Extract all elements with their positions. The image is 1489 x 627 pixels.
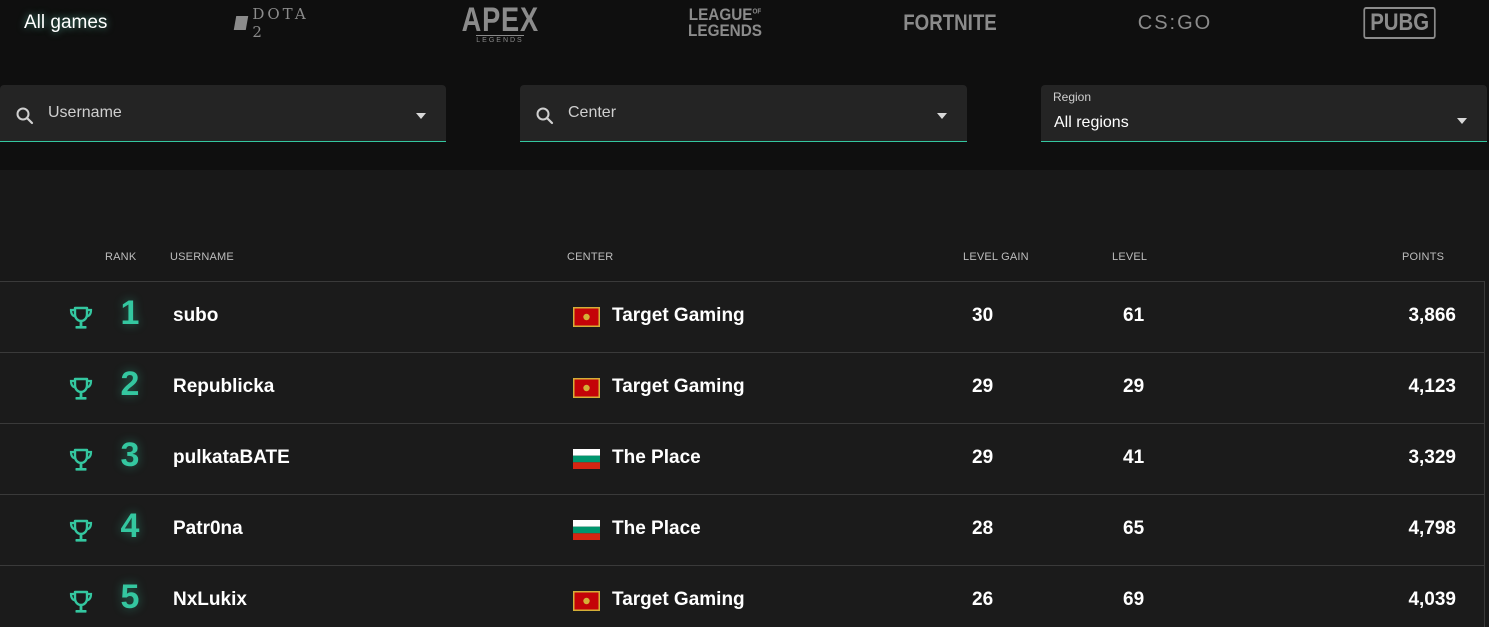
level-cell: 41 (1123, 447, 1145, 468)
username-input[interactable]: Username (48, 104, 122, 122)
table-row[interactable]: 2 Republicka Target Gaming 29 29 4,123 (0, 353, 1484, 424)
level-cell: 65 (1123, 518, 1145, 539)
chevron-down-icon[interactable] (416, 113, 426, 119)
montenegro-flag-icon (573, 378, 600, 398)
center-cell[interactable]: Target Gaming (612, 305, 745, 327)
apex-logo-main: APEX (461, 0, 539, 39)
username-cell[interactable]: Republicka (173, 376, 274, 398)
fortnite-logo: FORTNITE (903, 10, 997, 35)
nav-dota2[interactable]: DOTA 2 (233, 0, 320, 46)
rank-number: 4 (120, 507, 140, 545)
dota-logo-icon (233, 16, 249, 30)
header-level-gain[interactable]: LEVEL GAIN (963, 251, 1029, 263)
points-cell: 3,866 (1408, 305, 1456, 326)
bulgaria-flag-icon (573, 520, 600, 540)
table-header: RANK USERNAME CENTER LEVEL GAIN LEVEL PO… (0, 240, 1485, 282)
trophy-icon (69, 519, 93, 542)
nav-league-of-legends[interactable]: LEAGUEOF LEGENDS (685, 0, 766, 46)
nav-all-games[interactable]: All games (24, 12, 107, 34)
points-cell: 3,329 (1408, 447, 1456, 468)
header-rank[interactable]: RANK (105, 251, 136, 263)
table-row[interactable]: 4 Patr0na The Place 28 65 4,798 (0, 495, 1484, 566)
trophy-icon (69, 306, 93, 329)
level-cell: 61 (1123, 305, 1145, 326)
montenegro-flag-icon (573, 591, 600, 611)
rank-number: 3 (120, 436, 140, 474)
leaderboard-rows: 1 subo Target Gaming 30 61 3,866 2 Repub… (0, 282, 1485, 627)
nav-fortnite[interactable]: FORTNITE (903, 0, 997, 46)
montenegro-flag-icon (573, 307, 600, 327)
username-cell[interactable]: pulkataBATE (173, 447, 290, 469)
center-filter[interactable]: Center (520, 85, 967, 142)
rank-number: 5 (120, 578, 140, 616)
level-gain-cell: 29 (972, 376, 994, 397)
lol-logo-line2: LEGENDS (688, 21, 762, 40)
region-value[interactable]: All regions (1054, 114, 1129, 132)
nav-csgo[interactable]: CS:GO (1130, 0, 1220, 46)
level-cell: 69 (1123, 589, 1145, 610)
trophy-icon (69, 377, 93, 400)
username-cell[interactable]: NxLukix (173, 589, 247, 611)
level-cell: 29 (1123, 376, 1145, 397)
pubg-logo: PUBG (1363, 7, 1437, 39)
header-username[interactable]: USERNAME (170, 251, 234, 263)
region-select[interactable]: Region All regions (1041, 85, 1487, 142)
nav-apex-legends[interactable]: APEX LEGENDS (461, 0, 537, 46)
center-cell[interactable]: Target Gaming (612, 589, 745, 611)
level-gain-cell: 30 (972, 305, 994, 326)
csgo-logo: CS:GO (1137, 11, 1213, 34)
username-cell[interactable]: subo (173, 305, 218, 327)
nav-dota2-label: DOTA 2 (252, 5, 309, 41)
table-row[interactable]: 5 NxLukix Target Gaming 26 69 4,039 (0, 566, 1484, 627)
chevron-down-icon[interactable] (937, 113, 947, 119)
game-nav: All games DOTA 2 APEX LEGENDS LEAGUEOF L… (0, 0, 1489, 48)
search-icon (16, 107, 34, 125)
center-cell[interactable]: Target Gaming (612, 376, 745, 398)
level-gain-cell: 28 (972, 518, 994, 539)
level-gain-cell: 26 (972, 589, 994, 610)
center-cell[interactable]: The Place (612, 518, 701, 540)
center-input[interactable]: Center (568, 104, 616, 122)
search-icon (536, 107, 554, 125)
level-gain-cell: 29 (972, 447, 994, 468)
header-center[interactable]: CENTER (567, 251, 613, 263)
header-level[interactable]: LEVEL (1112, 251, 1147, 263)
points-cell: 4,039 (1408, 589, 1456, 610)
bulgaria-flag-icon (573, 449, 600, 469)
leaderboard-panel: RANK USERNAME CENTER LEVEL GAIN LEVEL PO… (0, 170, 1489, 627)
table-row[interactable]: 3 pulkataBATE The Place 29 41 3,329 (0, 424, 1484, 495)
trophy-icon (69, 448, 93, 471)
region-label: Region (1053, 90, 1092, 104)
username-cell[interactable]: Patr0na (173, 518, 243, 540)
header-points[interactable]: POINTS (1402, 251, 1444, 263)
chevron-down-icon[interactable] (1457, 118, 1467, 124)
trophy-icon (69, 590, 93, 613)
points-cell: 4,123 (1408, 376, 1456, 397)
rank-number: 2 (120, 365, 140, 403)
table-row[interactable]: 1 subo Target Gaming 30 61 3,866 (0, 282, 1484, 353)
center-cell[interactable]: The Place (612, 447, 701, 469)
points-cell: 4,798 (1408, 518, 1456, 539)
username-filter[interactable]: Username (0, 85, 446, 142)
rank-number: 1 (120, 294, 140, 332)
nav-pubg[interactable]: PUBG (1363, 0, 1437, 46)
